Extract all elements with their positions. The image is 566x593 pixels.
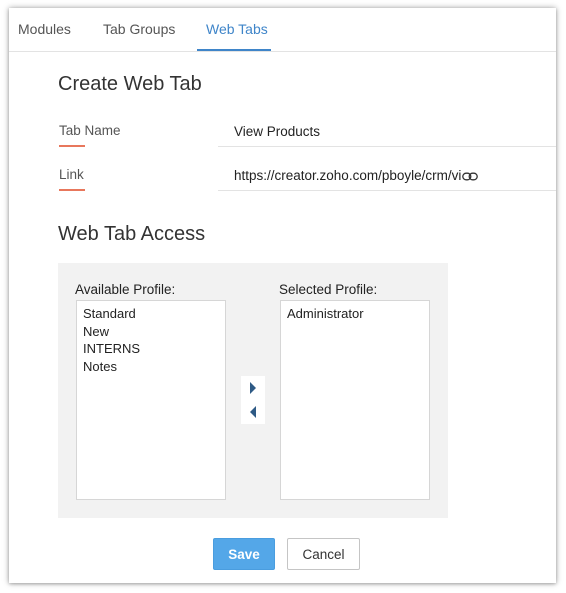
link-marker — [59, 189, 85, 191]
selected-profile-list[interactable]: Administrator — [280, 300, 430, 500]
profile-option[interactable]: INTERNS — [77, 340, 225, 358]
link-label: Link — [59, 167, 84, 182]
move-controls — [241, 376, 265, 424]
link-field[interactable]: https://creator.zoho.com/pboyle/crm/vi — [234, 168, 479, 184]
caret-right-icon — [250, 382, 256, 394]
selected-profile-label: Selected Profile: — [279, 282, 378, 297]
link-underline — [218, 190, 556, 191]
tab-name-field[interactable]: View Products — [234, 124, 320, 139]
tab-name-marker — [59, 145, 85, 147]
save-button[interactable]: Save — [213, 538, 275, 570]
move-left-button[interactable] — [241, 400, 265, 424]
link-icon[interactable] — [462, 169, 479, 184]
profile-option[interactable]: Standard — [77, 305, 225, 323]
cancel-button[interactable]: Cancel — [287, 538, 360, 570]
web-tab-panel: Modules Tab Groups Web Tabs Create Web T… — [9, 8, 556, 583]
profile-access-box: Available Profile: Standard New INTERNS Not… — [58, 263, 448, 518]
tab-name-underline — [218, 146, 556, 147]
tab-modules[interactable]: Modules — [18, 21, 71, 37]
profile-option[interactable]: New — [77, 323, 225, 341]
move-right-button[interactable] — [241, 376, 265, 400]
tab-tab-groups[interactable]: Tab Groups — [103, 21, 175, 37]
create-web-tab-heading: Create Web Tab — [58, 73, 202, 95]
available-profile-list[interactable]: Standard New INTERNS Notes — [76, 300, 226, 500]
selected-profile-options: Administrator — [281, 301, 429, 323]
profile-option[interactable]: Administrator — [281, 305, 429, 323]
active-tab-indicator — [197, 49, 271, 51]
link-url-text: https://creator.zoho.com/pboyle/crm/vi — [234, 168, 462, 183]
profile-option[interactable]: Notes — [77, 358, 225, 376]
tab-bar: Modules Tab Groups Web Tabs — [9, 8, 556, 52]
available-profile-options: Standard New INTERNS Notes — [77, 301, 225, 375]
tab-name-label: Tab Name — [59, 123, 121, 138]
caret-left-icon — [250, 406, 256, 418]
tab-web-tabs[interactable]: Web Tabs — [206, 21, 268, 37]
available-profile-label: Available Profile: — [75, 282, 176, 297]
web-tab-access-heading: Web Tab Access — [58, 223, 206, 245]
